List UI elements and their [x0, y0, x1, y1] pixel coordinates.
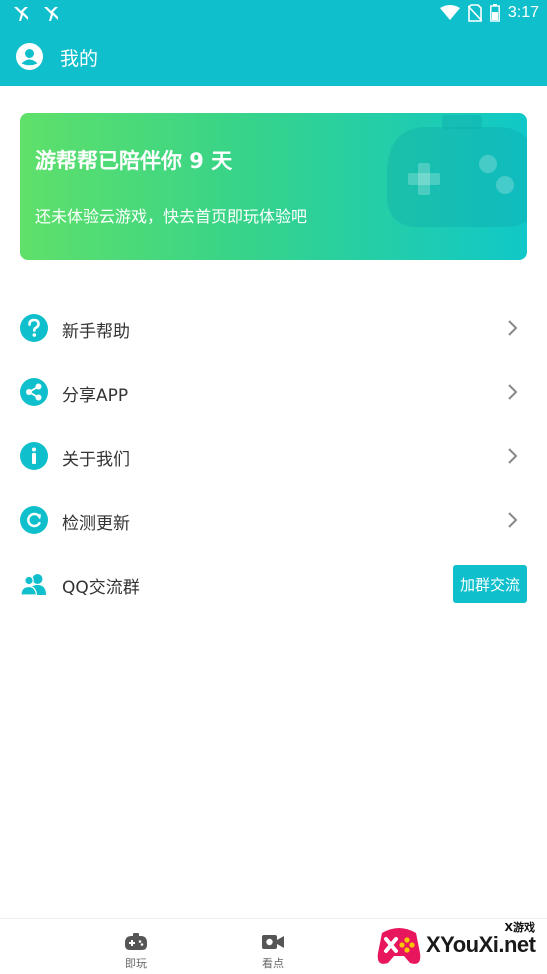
notification-icon — [44, 7, 58, 21]
chevron-right-icon — [508, 320, 518, 336]
tab-label: 即玩 — [125, 957, 147, 970]
battery-icon — [489, 4, 500, 22]
menu-item-qq-group: QQ交流群 加群交流 — [0, 552, 547, 616]
banner-headline: 游帮帮已陪伴你 9 天 — [35, 149, 233, 173]
app-bar: 我的 — [0, 28, 547, 86]
menu-item-label: 关于我们 — [62, 450, 130, 470]
chevron-right-icon — [508, 512, 518, 528]
tab-label: 看点 — [262, 957, 284, 970]
help-icon — [20, 314, 48, 342]
companion-banner[interactable]: 游帮帮已陪伴你 9 天 还未体验云游戏，快去首页即玩体验吧 — [20, 113, 527, 260]
menu-item-update[interactable]: 检测更新 — [0, 488, 547, 552]
status-bar: 3:17 — [0, 0, 547, 28]
tab-watch[interactable]: 看点 — [233, 919, 313, 974]
chevron-right-icon — [508, 448, 518, 464]
gamepad-icon — [387, 115, 527, 227]
menu-item-label: 检测更新 — [62, 514, 130, 534]
page-title: 我的 — [60, 48, 99, 70]
menu-item-label: 新手帮助 — [62, 322, 130, 342]
status-system: 3:17 — [439, 4, 539, 22]
no-sim-icon — [467, 4, 482, 22]
info-icon — [20, 442, 48, 470]
status-time: 3:17 — [507, 4, 539, 21]
screen: 3:17 我的 游帮帮已陪伴你 9 天 还未体验云游戏，快去首页即玩体验吧 新手… — [0, 0, 547, 974]
watermark: X游戏 XYouXi.net — [374, 917, 547, 974]
watermark-text: XYouXi.net — [426, 932, 536, 957]
refresh-icon — [20, 506, 48, 534]
tab-play[interactable]: 即玩 — [96, 919, 176, 974]
gamepad-icon — [125, 933, 147, 950]
join-group-button[interactable]: 加群交流 — [453, 565, 527, 603]
chevron-right-icon — [508, 384, 518, 400]
profile-icon[interactable] — [16, 43, 43, 70]
xyouxi-logo-icon — [377, 928, 421, 964]
status-notifications — [12, 5, 60, 23]
banner-subline: 还未体验云游戏，快去首页即玩体验吧 — [35, 207, 308, 226]
menu-item-about[interactable]: 关于我们 — [0, 424, 547, 488]
menu-item-label: 分享APP — [62, 386, 129, 406]
share-icon — [20, 378, 48, 406]
menu-item-label: QQ交流群 — [62, 578, 140, 598]
wifi-icon — [439, 5, 460, 20]
menu-item-help[interactable]: 新手帮助 — [0, 296, 547, 360]
video-icon — [262, 935, 284, 949]
menu-item-share[interactable]: 分享APP — [0, 360, 547, 424]
notification-icon — [14, 7, 28, 21]
group-icon — [20, 574, 46, 596]
